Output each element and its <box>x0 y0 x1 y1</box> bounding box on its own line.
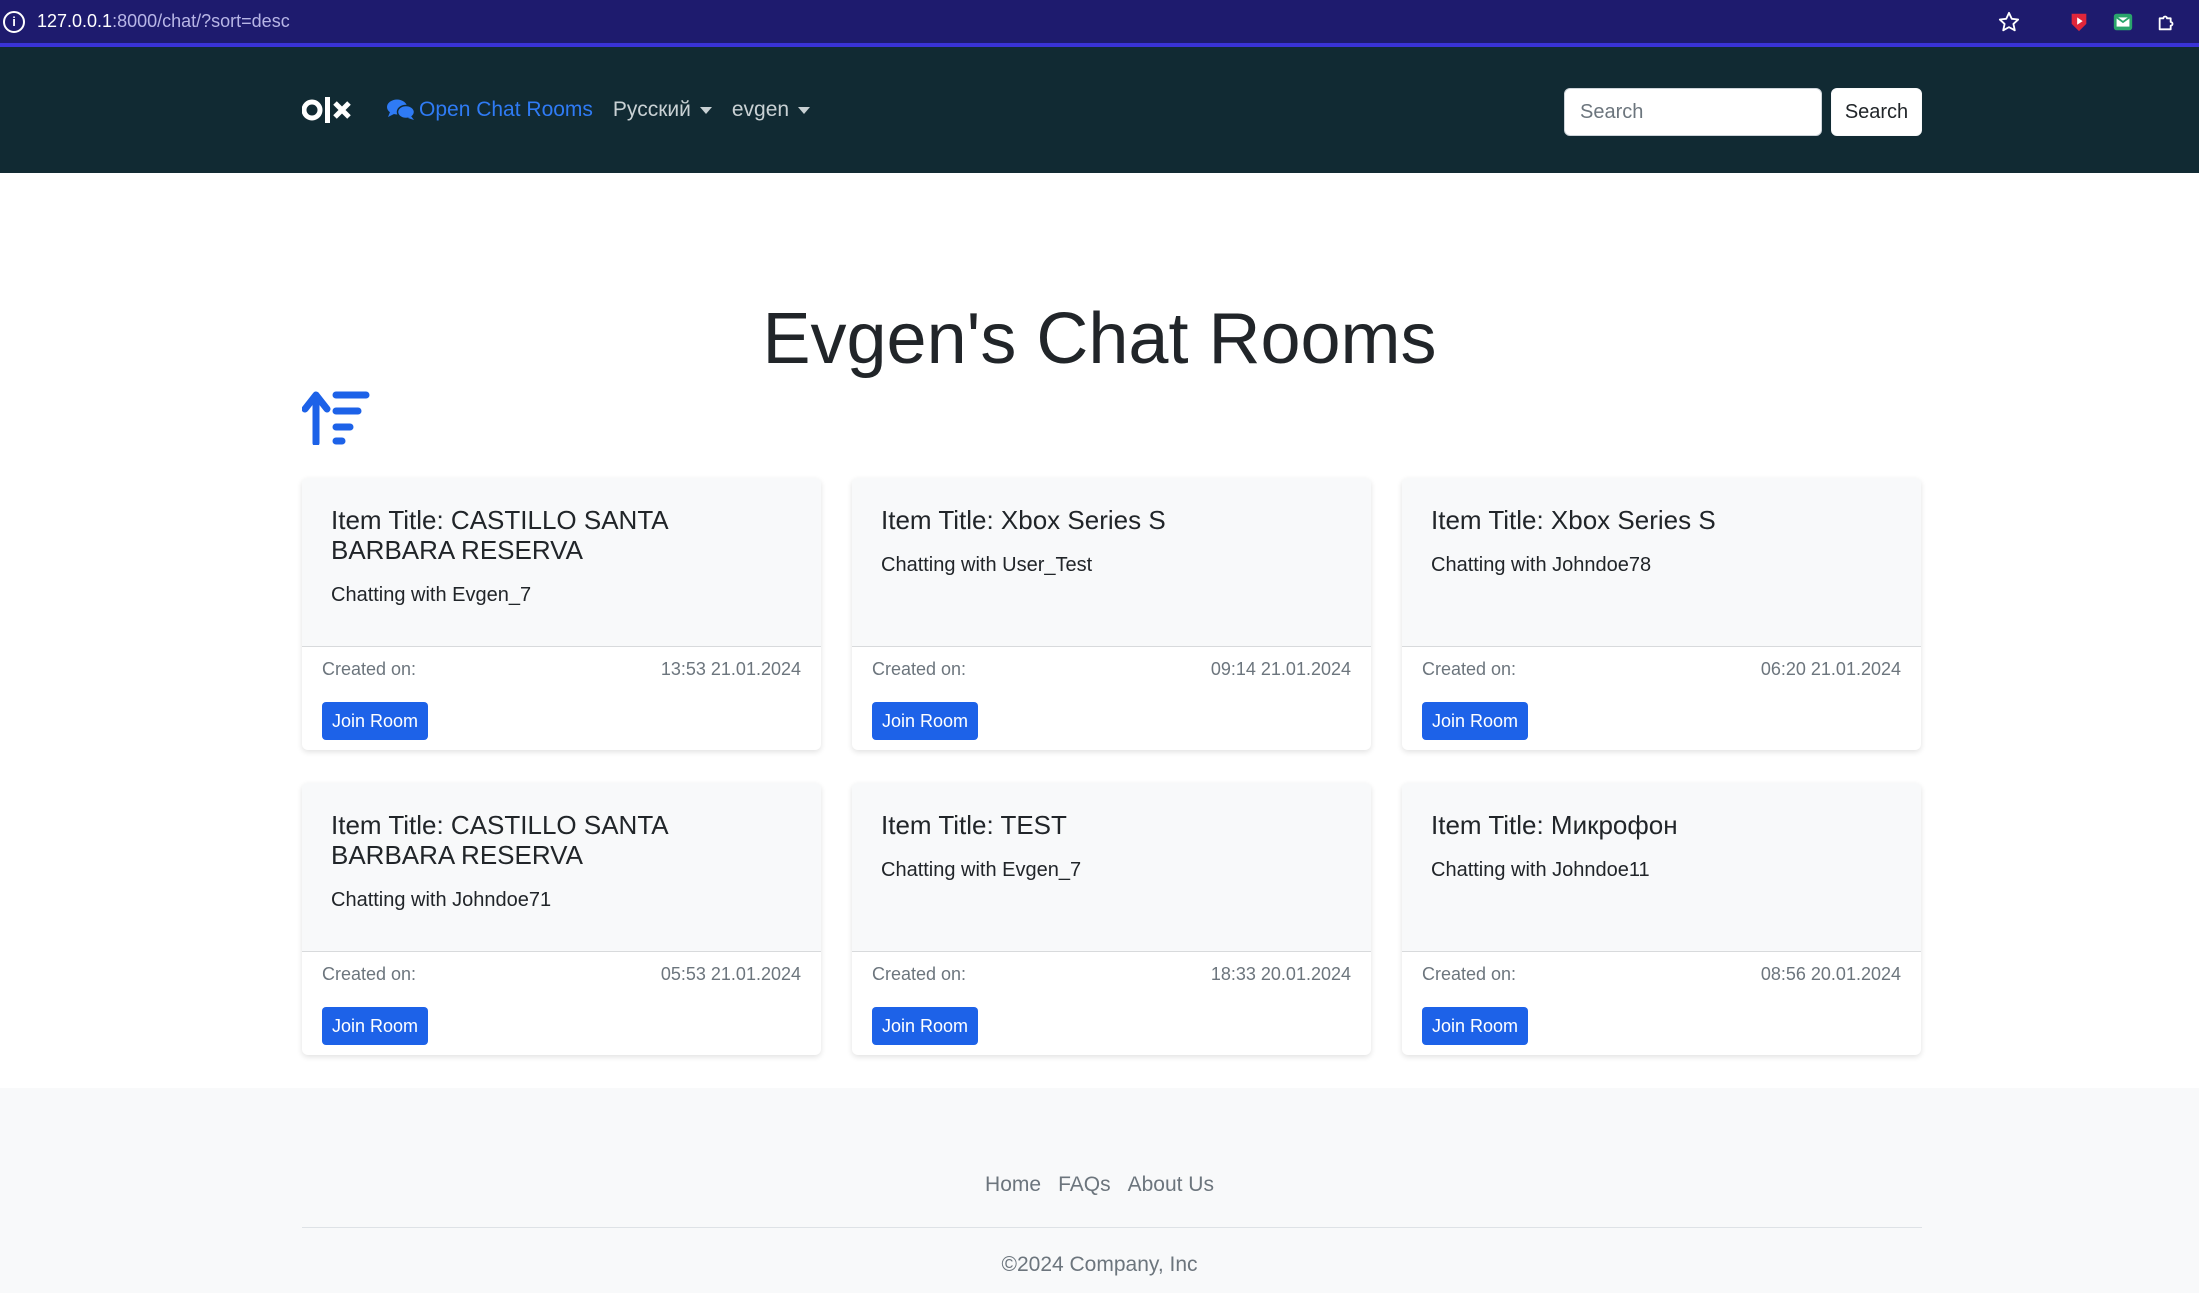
url-path: :8000/chat/?sort=desc <box>112 11 290 31</box>
created-label: Created on: <box>872 659 967 679</box>
room-chatting-with: Chatting with Evgen_7 <box>331 584 532 606</box>
olx-logo[interactable] <box>302 95 354 125</box>
footer-link-about-us[interactable]: About Us <box>1128 1173 1214 1197</box>
browser-address-bar: i 127.0.0.1:8000/chat/?sort=desc <box>0 0 2199 47</box>
created-label: Created on: <box>872 964 967 984</box>
join-room-button[interactable]: Join Room <box>1422 1007 1529 1045</box>
join-room-button[interactable]: Join Room <box>872 1007 979 1045</box>
created-label: Created on: <box>322 659 417 679</box>
room-chatting-with: Chatting with Johndoe11 <box>1431 859 1650 881</box>
footer-divider <box>302 1227 1922 1228</box>
mail-extension-icon[interactable] <box>2111 10 2135 34</box>
footer: Home FAQs About Us ©2024 Company, Inc <box>0 1088 2199 1293</box>
join-room-button[interactable]: Join Room <box>322 702 429 740</box>
room-item-title: Item Title: Xbox Series S <box>1431 505 1716 535</box>
created-timestamp: 13:53 21.01.2024 <box>660 659 801 679</box>
chevron-down-icon <box>798 106 811 114</box>
room-item-title: Item Title: Микрофон <box>1431 810 1678 840</box>
created-timestamp: 08:56 20.01.2024 <box>1760 964 1901 984</box>
created-label: Created on: <box>1422 659 1517 679</box>
footer-link-home[interactable]: Home <box>985 1173 1041 1197</box>
extensions-puzzle-icon[interactable] <box>2155 10 2179 34</box>
join-room-button[interactable]: Join Room <box>872 702 979 740</box>
created-timestamp: 09:14 21.01.2024 <box>1210 659 1351 679</box>
created-label: Created on: <box>1422 964 1517 984</box>
nav-open-chat-rooms[interactable]: Open Chat Rooms <box>387 98 593 122</box>
room-item-title: Item Title: CASTILLO SANTA BARBARA RESER… <box>331 810 668 870</box>
url-host: 127.0.0.1 <box>37 11 113 31</box>
created-timestamp: 05:53 21.01.2024 <box>660 964 801 984</box>
room-chatting-with: Chatting with Evgen_7 <box>881 859 1082 881</box>
video-extension-icon[interactable] <box>2067 10 2091 34</box>
chat-room-card: Item Title: Микрофон Chatting with Johnd… <box>1402 783 1921 1055</box>
room-item-title: Item Title: TEST <box>881 810 1067 840</box>
join-room-button[interactable]: Join Room <box>322 1007 429 1045</box>
room-chatting-with: Chatting with Johndoe78 <box>1431 554 1652 576</box>
created-timestamp: 06:20 21.01.2024 <box>1760 659 1901 679</box>
page-title: Evgen's Chat Rooms <box>762 299 1437 379</box>
room-chatting-with: Chatting with Johndoe71 <box>331 889 552 911</box>
language-dropdown[interactable]: Русский <box>613 98 712 122</box>
chevron-down-icon <box>699 106 712 114</box>
chat-room-card: Item Title: CASTILLO SANTA BARBARA RESER… <box>302 783 821 1055</box>
sort-desc-icon[interactable] <box>301 389 370 447</box>
nav-open-chat-rooms-label: Open Chat Rooms <box>419 98 593 121</box>
chat-room-card: Item Title: Xbox Series S Chatting with … <box>852 478 1371 750</box>
room-item-title: Item Title: Xbox Series S <box>881 505 1166 535</box>
user-label: evgen <box>731 98 790 121</box>
chat-room-card: Item Title: CASTILLO SANTA BARBARA RESER… <box>302 478 821 750</box>
bookmark-star-icon[interactable] <box>1997 10 2021 34</box>
room-chatting-with: Chatting with User_Test <box>881 554 1093 576</box>
footer-nav: Home FAQs About Us <box>0 1173 2199 1197</box>
created-label: Created on: <box>322 964 417 984</box>
user-dropdown[interactable]: evgen <box>731 98 811 122</box>
url-field[interactable]: 127.0.0.1:8000/chat/?sort=desc <box>37 11 290 32</box>
navbar: Open Chat Rooms Русский evgen Search <box>0 47 2199 173</box>
room-item-title: Item Title: CASTILLO SANTA BARBARA RESER… <box>331 505 668 565</box>
chat-room-card: Item Title: TEST Chatting with Evgen_7 C… <box>852 783 1371 1055</box>
copyright-text: ©2024 Company, Inc <box>1001 1253 1198 1276</box>
search-button[interactable]: Search <box>1831 88 1922 136</box>
search-input[interactable] <box>1564 88 1822 136</box>
footer-link-faqs[interactable]: FAQs <box>1058 1173 1111 1197</box>
language-label: Русский <box>612 98 691 121</box>
join-room-button[interactable]: Join Room <box>1422 702 1529 740</box>
created-timestamp: 18:33 20.01.2024 <box>1210 964 1351 984</box>
site-info-icon[interactable]: i <box>3 10 25 33</box>
chat-bubbles-icon <box>387 99 415 120</box>
chat-room-card: Item Title: Xbox Series S Chatting with … <box>1402 478 1921 750</box>
